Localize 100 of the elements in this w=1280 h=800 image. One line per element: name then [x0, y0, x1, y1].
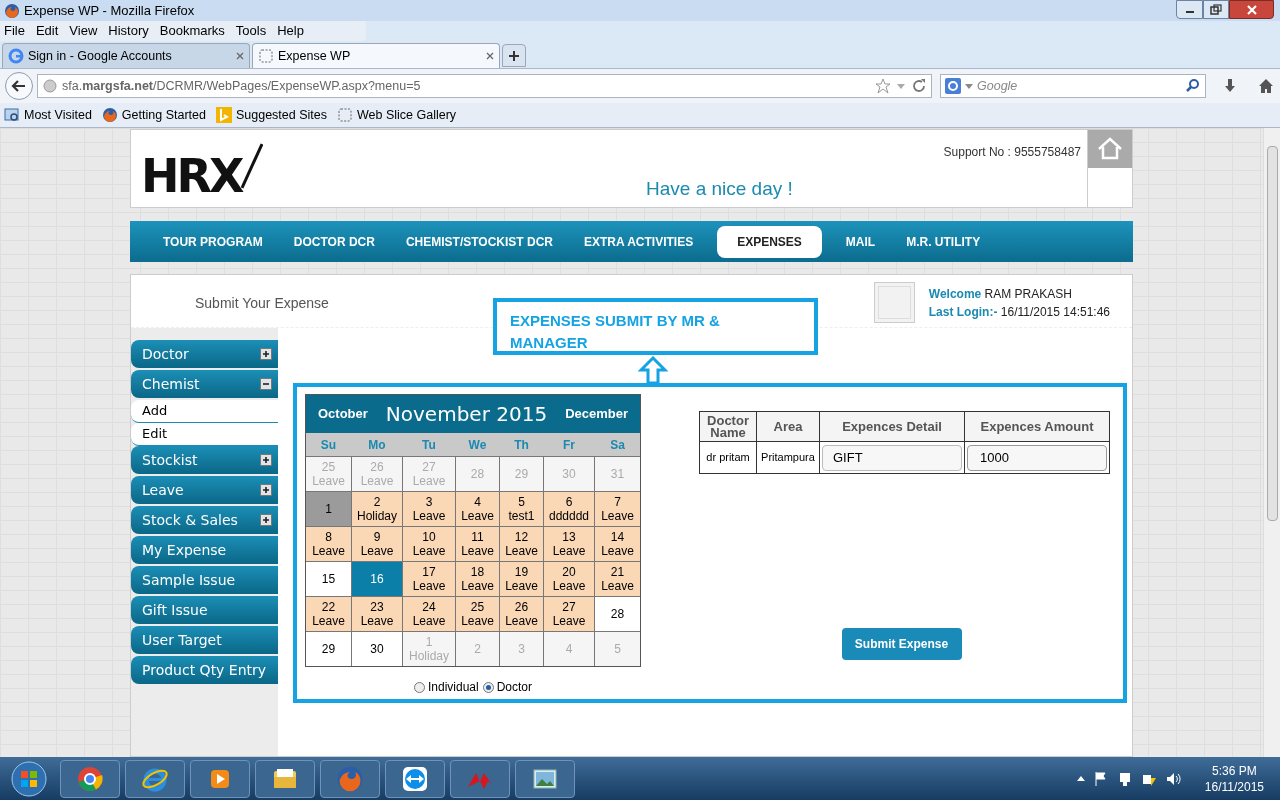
- taskbar-app-button[interactable]: [125, 759, 185, 798]
- menu-item[interactable]: File: [4, 21, 25, 41]
- calendar-day[interactable]: 10 Leave: [403, 527, 455, 561]
- bookmark-item[interactable]: Web Slice Gallery: [337, 105, 461, 125]
- sidebar-item[interactable]: Gift Issue: [131, 596, 278, 624]
- minus-icon[interactable]: [260, 378, 272, 390]
- calendar-day[interactable]: 4 Leave: [456, 492, 499, 526]
- calendar-day[interactable]: 19 Leave: [500, 562, 543, 596]
- calendar-day[interactable]: 30: [352, 632, 402, 666]
- reload-icon[interactable]: [911, 78, 927, 94]
- flag-icon[interactable]: [1092, 770, 1109, 787]
- calendar-day[interactable]: 1: [306, 492, 351, 526]
- calendar-day[interactable]: 16: [352, 562, 402, 596]
- caret-up-icon[interactable]: [1076, 774, 1085, 783]
- calendar-day[interactable]: 20 Leave: [544, 562, 594, 596]
- sidebar-item[interactable]: Stockist: [131, 446, 278, 474]
- calendar-day[interactable]: 2 Holiday: [352, 492, 402, 526]
- restore-button[interactable]: [1203, 0, 1229, 19]
- nav-tab[interactable]: EXPENSES: [717, 225, 822, 258]
- prev-month-link[interactable]: October: [318, 404, 368, 424]
- plus-icon[interactable]: [260, 454, 272, 466]
- calendar-day[interactable]: 23 Leave: [352, 597, 402, 631]
- search-icon[interactable]: [1185, 78, 1201, 94]
- search-field[interactable]: Google: [977, 76, 1181, 96]
- menu-item[interactable]: History: [108, 21, 149, 41]
- close-icon: [1245, 3, 1258, 16]
- menu-item[interactable]: Tools: [235, 21, 267, 41]
- weekday-label: Mo: [367, 436, 387, 454]
- menu-item[interactable]: Help: [277, 21, 304, 41]
- sidebar-item[interactable]: Product Qty Entry: [131, 656, 278, 684]
- home-icon[interactable]: [1258, 78, 1274, 94]
- taskbar-app-button[interactable]: [515, 759, 575, 798]
- calendar-day[interactable]: 9 Leave: [352, 527, 402, 561]
- next-month-link[interactable]: December: [565, 404, 628, 424]
- back-arrow-icon: [11, 78, 27, 94]
- sidebar-item[interactable]: Chemist: [131, 370, 278, 398]
- sidebar-item[interactable]: Stock & Sales: [131, 506, 278, 534]
- column-header: Expences Amount: [964, 411, 1110, 442]
- taskbar-app-button[interactable]: [190, 759, 250, 798]
- google-icon: [945, 78, 961, 94]
- radio-option[interactable]: Individual: [413, 678, 479, 696]
- submenu-item[interactable]: Edit: [131, 423, 278, 446]
- plus-icon[interactable]: [260, 348, 272, 360]
- calendar-day[interactable]: 24 Leave: [403, 597, 455, 631]
- minimize-button[interactable]: [1176, 0, 1203, 19]
- calendar-day[interactable]: 8 Leave: [306, 527, 351, 561]
- calendar-day[interactable]: 27 Leave: [544, 597, 594, 631]
- submit-button[interactable]: Submit Expense: [841, 628, 962, 660]
- calendar-day[interactable]: 18 Leave: [456, 562, 499, 596]
- radio-option[interactable]: Doctor: [482, 678, 532, 696]
- back-button[interactable]: [5, 72, 33, 100]
- calendar-day[interactable]: 21 Leave: [595, 562, 640, 596]
- calendar-day[interactable]: 15: [306, 562, 351, 596]
- sidebar-item[interactable]: Sample Issue: [131, 566, 278, 594]
- taskbar-app-button[interactable]: [385, 759, 445, 798]
- menu-item[interactable]: View: [69, 21, 98, 41]
- plus-icon[interactable]: [260, 514, 272, 526]
- taskbar-app-button[interactable]: [255, 759, 315, 798]
- plus-icon[interactable]: [260, 484, 272, 496]
- calendar-day[interactable]: 14 Leave: [595, 527, 640, 561]
- calendar-day[interactable]: 17 Leave: [403, 562, 455, 596]
- close-icon[interactable]: [486, 52, 494, 60]
- calendar-day[interactable]: 6 dddddd: [544, 492, 594, 526]
- search-bar[interactable]: Google: [940, 74, 1206, 98]
- star-icon[interactable]: [875, 78, 891, 94]
- callout-box: EXPENSES SUBMIT BY MR & MANAGER: [493, 298, 818, 355]
- calendar-day[interactable]: 26 Leave: [500, 597, 543, 631]
- calendar-day[interactable]: 29: [306, 632, 351, 666]
- calendar-day[interactable]: 11 Leave: [456, 527, 499, 561]
- menu-item[interactable]: Edit: [35, 21, 59, 41]
- calendar-day[interactable]: 12 Leave: [500, 527, 543, 561]
- browser-tab[interactable]: Expense WP: [252, 43, 500, 68]
- calendar-day[interactable]: 3 Leave: [403, 492, 455, 526]
- menu-item[interactable]: Bookmarks: [159, 21, 225, 41]
- page-title: Submit Your Expense: [195, 294, 329, 313]
- taskbar-app-button[interactable]: [60, 759, 120, 798]
- bookmark-item[interactable]: Getting Started: [101, 105, 210, 125]
- calendar-day[interactable]: 28: [595, 597, 640, 631]
- calendar-day[interactable]: 25 Leave: [456, 597, 499, 631]
- bookmark-item[interactable]: Most Visited: [4, 105, 96, 125]
- close-icon[interactable]: [236, 52, 244, 60]
- submenu-item[interactable]: Add: [131, 400, 278, 423]
- calendar-day[interactable]: 5 test1: [500, 492, 543, 526]
- download-icon[interactable]: [1222, 78, 1238, 94]
- amount-field[interactable]: 1000: [967, 444, 1107, 471]
- tab-title: Sign in - Google Accounts: [28, 47, 172, 65]
- sidebar-item[interactable]: Doctor: [131, 340, 278, 368]
- scrollbar-thumb[interactable]: [1266, 146, 1278, 521]
- bookmark-item[interactable]: Suggested Sites: [215, 105, 331, 125]
- calendar-day[interactable]: 13 Leave: [544, 527, 594, 561]
- sidebar-item[interactable]: Leave: [131, 476, 278, 504]
- calendar-day[interactable]: 22 Leave: [306, 597, 351, 631]
- calendar-day[interactable]: 7 Leave: [595, 492, 640, 526]
- sidebar-item[interactable]: My Expense: [131, 536, 278, 564]
- address-field[interactable]: sfa.margsfa.net/DCRMR/WebPages/ExpenseWP.aspx?menu=5: [37, 74, 932, 98]
- sidebar-item[interactable]: User Target: [131, 626, 278, 654]
- detail-field[interactable]: GIFT: [822, 444, 962, 471]
- close-button[interactable]: [1229, 0, 1274, 19]
- browser-tab[interactable]: Sign in - Google Accounts: [2, 43, 250, 68]
- new-tab-button[interactable]: [502, 44, 526, 67]
